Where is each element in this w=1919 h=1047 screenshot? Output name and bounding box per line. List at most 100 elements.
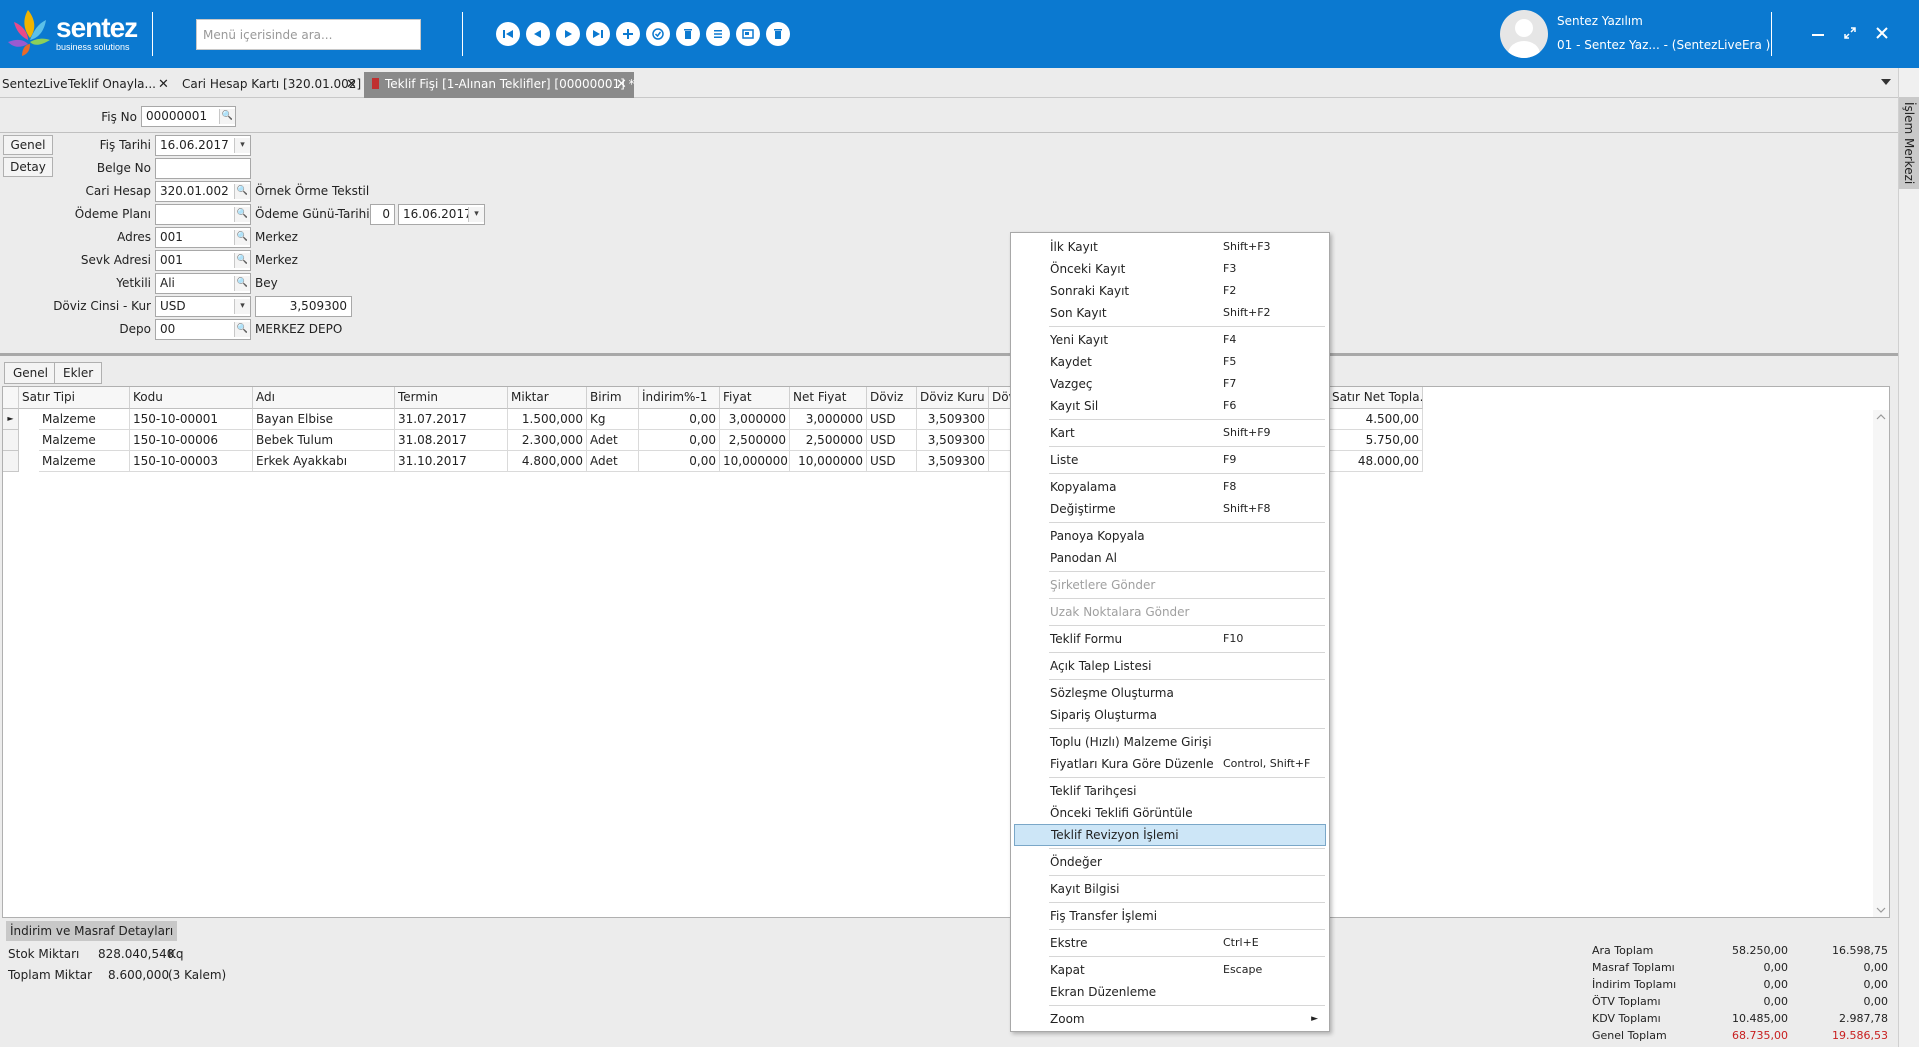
cell-satir-net-toplam[interactable]: 48.000,00 (1329, 451, 1423, 472)
adres-field[interactable]: 001 🔍 (155, 227, 251, 248)
cell-doviz-tutar[interactable] (989, 451, 1011, 472)
scroll-down-icon[interactable] (1876, 906, 1886, 914)
cell-doviz-kuru[interactable]: 3,509300 (917, 430, 989, 451)
grid-header-adi[interactable]: Adı (253, 387, 395, 409)
search-icon[interactable]: 🔍 (234, 276, 250, 291)
menu-item-siparis-olusturma[interactable]: Sipariş Oluşturma (1014, 704, 1326, 726)
grid-header-net-fiyat[interactable]: Net Fiyat (790, 387, 867, 409)
splitter[interactable] (0, 353, 1898, 356)
menu-item-son-kayit[interactable]: Son Kayıt Shift+F2 (1014, 302, 1326, 324)
new-record-icon[interactable] (616, 22, 640, 46)
search-icon[interactable]: 🔍 (234, 207, 250, 222)
cell-doviz-kuru[interactable]: 3,509300 (917, 409, 989, 430)
cell-termin[interactable]: 31.08.2017 (395, 430, 508, 451)
menu-item-kayit-sil[interactable]: Kayıt Sil F6 (1014, 395, 1326, 417)
tab-lower-genel[interactable]: Genel (4, 362, 58, 384)
row-indicator[interactable] (3, 430, 19, 451)
cell-kodu[interactable]: 150-10-00001 (130, 409, 253, 430)
cari-hesap-field[interactable]: 320.01.002 🔍 (155, 181, 251, 202)
grid-header-indirim[interactable]: İndirim%-1 (639, 387, 720, 409)
menu-item-teklif-revizyon-islemi[interactable]: Teklif Revizyon İşlemi (1014, 824, 1326, 846)
menu-item-kaydet[interactable]: Kaydet F5 (1014, 351, 1326, 373)
cell-adi[interactable]: Bayan Elbise (253, 409, 395, 430)
sevk-adresi-field[interactable]: 001 🔍 (155, 250, 251, 271)
cell-fiyat[interactable]: 10,000000 (720, 451, 790, 472)
fis-tarihi-field[interactable]: 16.06.2017 ▾ (155, 135, 251, 156)
menu-item-kayit-bilgisi[interactable]: Kayıt Bilgisi (1014, 878, 1326, 900)
cell-doviz-kuru[interactable]: 3,509300 (917, 451, 989, 472)
cell-kodu[interactable]: 150-10-00003 (130, 451, 253, 472)
menu-item-onceki-teklifi-goruntule[interactable]: Önceki Teklifi Görüntüle (1014, 802, 1326, 824)
cell-birim[interactable]: Adet (587, 430, 639, 451)
maximize-icon[interactable] (1835, 18, 1865, 48)
grid-header-termin[interactable]: Termin (395, 387, 508, 409)
odeme-plani-field[interactable]: 🔍 (155, 204, 251, 225)
cell-doviz-tutar[interactable] (989, 430, 1011, 451)
menu-item-liste[interactable]: Liste F9 (1014, 449, 1326, 471)
cell-miktar[interactable]: 4.800,000 (508, 451, 587, 472)
tab-close-icon[interactable]: ✕ (158, 72, 169, 97)
cell-adi[interactable]: Bebek Tulum (253, 430, 395, 451)
grid-vertical-scrollbar[interactable] (1873, 410, 1889, 917)
cell-doviz[interactable]: USD (867, 451, 917, 472)
menu-item-kart[interactable]: Kart Shift+F9 (1014, 422, 1326, 444)
cell-satir-tipi[interactable]: Malzeme (39, 430, 130, 451)
menu-item-degistirme[interactable]: Değiştirme Shift+F8 (1014, 498, 1326, 520)
menu-item-ekstre[interactable]: Ekstre Ctrl+E (1014, 932, 1326, 954)
menu-item-ilk-kayit[interactable]: İlk Kayıt Shift+F3 (1014, 236, 1326, 258)
delete-icon[interactable] (676, 22, 700, 46)
previous-record-icon[interactable] (526, 22, 550, 46)
search-icon[interactable]: 🔍 (219, 109, 235, 124)
close-icon[interactable] (1867, 18, 1897, 48)
fis-no-field[interactable]: 00000001 🔍 (141, 106, 236, 127)
menu-item-teklif-tarihcesi[interactable]: Teklif Tarihçesi (1014, 780, 1326, 802)
cell-miktar[interactable]: 2.300,000 (508, 430, 587, 451)
menu-item-kapat[interactable]: Kapat Escape (1014, 959, 1326, 981)
grid-header-miktar[interactable]: Miktar (508, 387, 587, 409)
chevron-down-icon[interactable]: ▾ (468, 207, 484, 222)
chevron-down-icon[interactable]: ▾ (234, 138, 250, 153)
menu-item-zoom[interactable]: Zoom ► (1014, 1008, 1326, 1030)
tab-sentezlive[interactable]: SentezLive (0, 72, 68, 98)
form-icon[interactable] (736, 22, 760, 46)
tab-detay[interactable]: Detay (3, 157, 53, 177)
cell-net-fiyat[interactable]: 3,000000 (790, 409, 867, 430)
search-icon[interactable]: 🔍 (234, 184, 250, 199)
menu-item-ekran-duzenleme[interactable]: Ekran Düzenleme (1014, 981, 1326, 1003)
belge-no-field[interactable] (155, 158, 251, 179)
tab-close-icon[interactable]: ✕ (616, 72, 627, 97)
menu-search-input[interactable] (196, 19, 421, 50)
cell-birim[interactable]: Adet (587, 451, 639, 472)
cell-termin[interactable]: 31.07.2017 (395, 409, 508, 430)
save-icon[interactable] (646, 22, 670, 46)
cell-satir-tipi[interactable]: Malzeme (39, 451, 130, 472)
cell-doviz[interactable]: USD (867, 430, 917, 451)
grid-header-doviz-kuru[interactable]: Döviz Kuru (917, 387, 989, 409)
yetkili-field[interactable]: Ali 🔍 (155, 273, 251, 294)
tab-cari-hesap-karti[interactable]: Cari Hesap Kartı [320.01.002] ✕ (180, 72, 361, 98)
kur-field[interactable]: 3,509300 (255, 296, 352, 317)
cell-doviz[interactable]: USD (867, 409, 917, 430)
menu-item-sonraki-kayit[interactable]: Sonraki Kayıt F2 (1014, 280, 1326, 302)
cell-indirim[interactable]: 0,00 (639, 409, 720, 430)
cell-fiyat[interactable]: 3,000000 (720, 409, 790, 430)
next-record-icon[interactable] (556, 22, 580, 46)
cell-miktar[interactable]: 1.500,000 (508, 409, 587, 430)
tab-close-icon[interactable]: ✕ (346, 72, 357, 97)
menu-item-yeni-kayit[interactable]: Yeni Kayıt F4 (1014, 329, 1326, 351)
cell-birim[interactable]: Kg (587, 409, 639, 430)
list-icon[interactable] (706, 22, 730, 46)
row-indicator-icon[interactable]: ► (3, 409, 19, 430)
cell-indirim[interactable]: 0,00 (639, 451, 720, 472)
menu-item-panoya-kopyala[interactable]: Panoya Kopyala (1014, 525, 1326, 547)
cell-satir-net-toplam[interactable]: 4.500,00 (1329, 409, 1423, 430)
search-icon[interactable]: 🔍 (234, 230, 250, 245)
grid-header-satir-tipi[interactable]: Satır Tipi (19, 387, 130, 409)
grid-header-fiyat[interactable]: Fiyat (720, 387, 790, 409)
search-icon[interactable]: 🔍 (234, 253, 250, 268)
cell-fiyat[interactable]: 2,500000 (720, 430, 790, 451)
cell-net-fiyat[interactable]: 10,000000 (790, 451, 867, 472)
menu-item-teklif-formu[interactable]: Teklif Formu F10 (1014, 628, 1326, 650)
scroll-up-icon[interactable] (1876, 413, 1886, 421)
last-record-icon[interactable] (586, 22, 610, 46)
